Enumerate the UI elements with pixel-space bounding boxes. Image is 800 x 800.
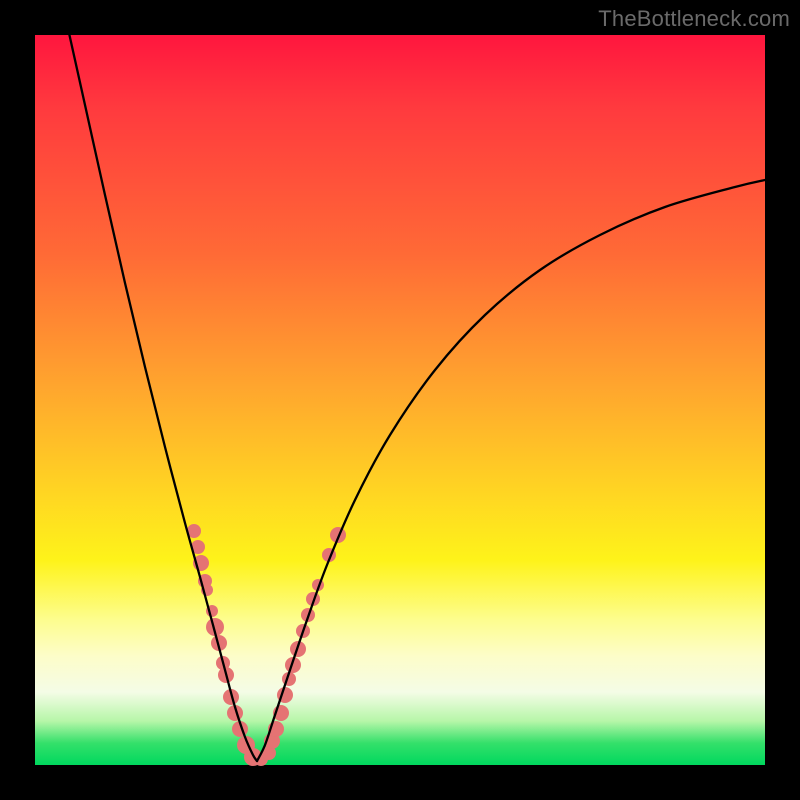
curves-svg [35,35,765,765]
dot-cluster-layer [187,524,346,766]
chart-frame: TheBottleneck.com [0,0,800,800]
right-branch-curve [257,180,765,761]
plot-area [35,35,765,765]
left-branch-curve [65,15,257,761]
watermark-text: TheBottleneck.com [598,6,790,32]
